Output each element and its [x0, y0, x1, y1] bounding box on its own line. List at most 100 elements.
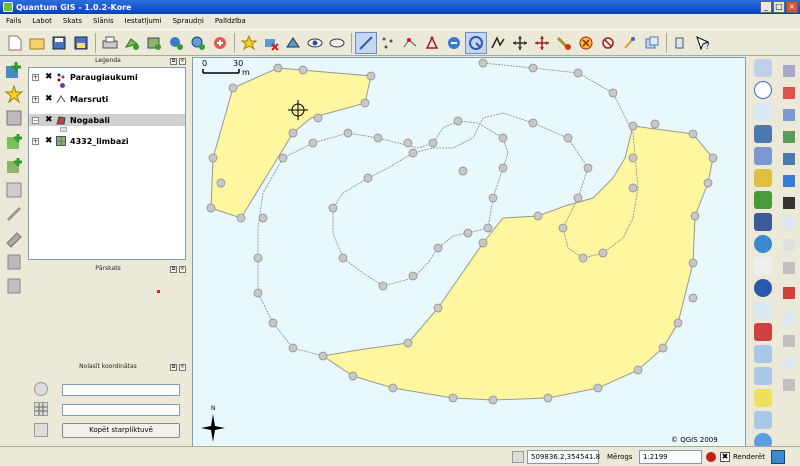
copyright-label-icon[interactable]	[754, 81, 772, 99]
add-wfs-icon[interactable]	[4, 84, 24, 104]
close-button[interactable]: ×	[786, 1, 798, 13]
save-as-icon[interactable]	[70, 32, 92, 54]
map-canvas[interactable]: 0 30 m N © QGIS 2009	[192, 57, 746, 447]
render-checkbox[interactable]: ✖	[720, 452, 730, 462]
pdf-export-icon[interactable]	[754, 323, 772, 341]
north-arrow-plugin-icon[interactable]	[754, 103, 772, 121]
layer-visibility-checkbox[interactable]: ✖	[45, 73, 53, 82]
add-ring-icon[interactable]	[619, 32, 641, 54]
new-project-icon[interactable]	[4, 32, 26, 54]
split-feature-icon[interactable]	[465, 31, 487, 54]
menu-file[interactable]: Fails	[6, 17, 21, 25]
add-vertex-icon[interactable]	[399, 32, 421, 54]
legend-float-button[interactable]: ⧉	[170, 58, 177, 65]
delete-vertex-icon[interactable]	[487, 32, 509, 54]
layer-visibility-checkbox[interactable]: ✖	[45, 95, 53, 104]
zoom-out-icon[interactable]	[754, 345, 772, 363]
menu-view[interactable]: Skats	[63, 17, 82, 25]
add-raster-layer-icon[interactable]	[143, 32, 165, 54]
layer-visibility-checkbox[interactable]: ✖	[45, 116, 53, 125]
delete-selected-icon[interactable]	[553, 32, 575, 54]
add-island-icon[interactable]	[641, 32, 663, 54]
minimize-button[interactable]: _	[760, 1, 772, 13]
overview-map[interactable]	[28, 275, 186, 361]
copy-features-icon[interactable]	[575, 32, 597, 54]
measure-icon[interactable]	[4, 228, 24, 248]
zoom-full-icon[interactable]	[754, 59, 772, 77]
remove-layer-icon[interactable]	[260, 32, 282, 54]
grid-icon[interactable]	[34, 402, 48, 416]
crs-icon[interactable]	[34, 382, 48, 396]
show-all-icon[interactable]	[304, 32, 326, 54]
pan-to-selected-icon[interactable]	[670, 32, 692, 54]
stop-render-icon[interactable]	[706, 452, 716, 462]
add-postgis-layer-icon[interactable]	[165, 32, 187, 54]
cut-icon[interactable]	[531, 32, 553, 54]
zoom-layer-icon[interactable]	[4, 180, 24, 200]
open-project-icon[interactable]	[26, 32, 48, 54]
capture-point-icon[interactable]	[377, 32, 399, 54]
collapse-toggle[interactable]: −	[32, 116, 39, 124]
scale-input[interactable]: 1:2199	[639, 450, 702, 464]
add-vector-icon[interactable]	[4, 60, 24, 80]
coordinate-field-2[interactable]	[62, 404, 180, 416]
coords-close-button[interactable]: ×	[179, 364, 186, 371]
overview-close-button[interactable]: ×	[179, 266, 186, 273]
zoom-last-icon[interactable]	[754, 411, 772, 429]
menu-layer[interactable]: Slānis	[93, 17, 114, 25]
capture-line-icon[interactable]	[355, 31, 377, 54]
new-vector-layer-icon[interactable]	[209, 32, 231, 54]
delimited-text-icon[interactable]	[754, 169, 772, 187]
legend-layer-item[interactable]: + ✖ 4332_limbazi	[29, 135, 185, 147]
hide-all-icon[interactable]	[326, 32, 348, 54]
menu-edit[interactable]: Labot	[32, 17, 52, 25]
identify-features-icon[interactable]	[4, 204, 24, 224]
expand-toggle[interactable]: +	[32, 95, 39, 103]
legend-close-button[interactable]: ×	[179, 58, 186, 65]
move-vertex-icon[interactable]	[421, 32, 443, 54]
gps-tools-icon[interactable]	[754, 147, 772, 165]
layer-visibility-checkbox[interactable]: ✖	[45, 137, 53, 146]
coords-float-button[interactable]: ⧉	[170, 364, 177, 371]
add-wfs-layer-icon[interactable]	[238, 32, 260, 54]
whats-this-icon[interactable]: ?	[692, 32, 714, 54]
menu-help[interactable]: Palīdzība	[215, 17, 246, 25]
move-feature-icon[interactable]	[509, 32, 531, 54]
polygon-feature-large[interactable]	[321, 125, 714, 401]
save-project-icon[interactable]	[48, 32, 70, 54]
zoom-selection-icon[interactable]	[754, 389, 772, 407]
bookmark-icon[interactable]	[4, 276, 24, 296]
menu-settings[interactable]: Iestatījumi	[125, 17, 162, 25]
grid-maker-icon[interactable]	[754, 191, 772, 209]
maximize-button[interactable]: □	[773, 1, 785, 13]
legend-layer-item-selected[interactable]: − ✖ Nogabali	[29, 114, 185, 126]
copy-to-clipboard-button[interactable]: Kopēt starpliktuvē	[62, 423, 180, 438]
map-drawing[interactable]: 0 30 m N © QGIS 2009	[193, 58, 745, 446]
map-tips-icon[interactable]	[4, 252, 24, 272]
node-tool-icon[interactable]	[443, 32, 465, 54]
legend-layer-item[interactable]: + ✖ Marsruti	[29, 93, 185, 105]
projection-icon[interactable]	[771, 450, 785, 464]
toggle-editing-icon[interactable]	[282, 32, 304, 54]
overview-float-button[interactable]: ⧉	[170, 266, 177, 273]
coordinate-field-1[interactable]	[62, 384, 180, 396]
spit-icon[interactable]	[754, 235, 772, 253]
add-vector-layer-icon[interactable]	[121, 32, 143, 54]
paste-features-icon[interactable]	[597, 32, 619, 54]
compass-icon[interactable]	[754, 279, 772, 297]
coordinate-toggle-icon[interactable]	[512, 451, 524, 463]
scalebar-plugin-icon[interactable]	[754, 125, 772, 143]
zoom-in-icon[interactable]	[754, 301, 772, 319]
add-wms-layer-icon[interactable]	[187, 32, 209, 54]
print-icon[interactable]	[99, 32, 121, 54]
menu-plugins[interactable]: Spraudņi	[173, 17, 204, 25]
expand-toggle[interactable]: +	[32, 73, 39, 81]
georeferencer-icon[interactable]	[754, 213, 772, 231]
expand-toggle[interactable]: +	[32, 137, 39, 145]
zoom-layer-right-icon[interactable]	[754, 367, 772, 385]
add-postgis-icon[interactable]	[4, 108, 24, 128]
capture-tool-icon[interactable]	[34, 423, 48, 437]
add-spatialite-icon[interactable]	[4, 132, 24, 152]
graticule-icon[interactable]	[754, 257, 772, 275]
add-raster-icon[interactable]	[4, 156, 24, 176]
